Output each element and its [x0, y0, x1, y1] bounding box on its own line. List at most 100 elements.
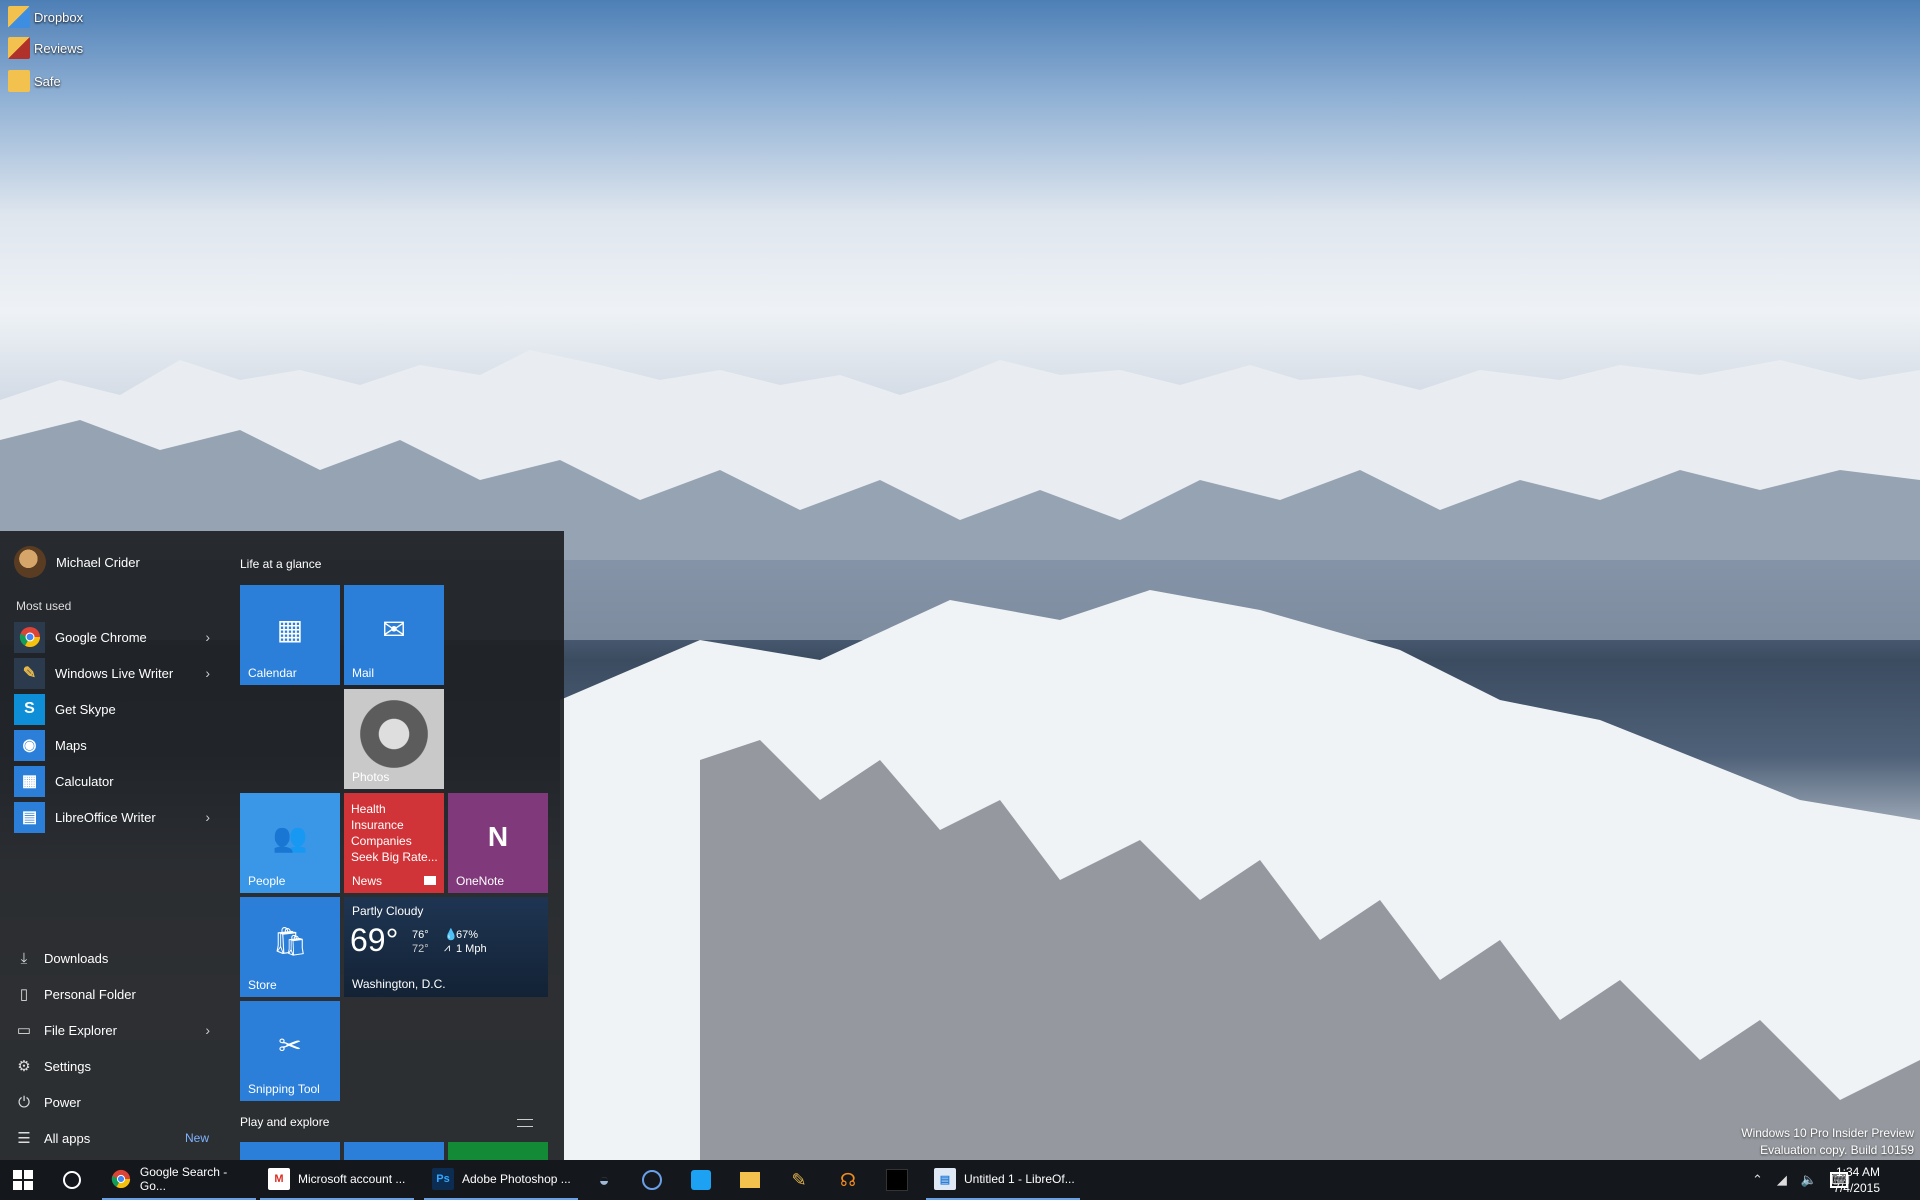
sys-settings[interactable]: ⚙ Settings: [14, 1052, 214, 1080]
app-label: LibreOffice Writer: [55, 809, 156, 825]
live-writer-icon: ✎: [791, 1169, 807, 1190]
chevron-right-icon[interactable]: ›: [205, 809, 210, 825]
live-writer-icon: ✎: [14, 657, 45, 689]
user-name: Michael Crider: [56, 554, 140, 570]
build-watermark: Windows 10 Pro Insider Preview Evaluatio…: [1741, 1125, 1914, 1159]
file-explorer-icon: ▭: [16, 1022, 32, 1039]
steam-icon: ◒: [598, 1169, 610, 1190]
network-icon[interactable]: ◢: [1777, 1172, 1787, 1188]
sys-file-explorer[interactable]: ▭ File Explorer ›: [14, 1016, 214, 1044]
tile-label: People: [248, 874, 286, 888]
tile-photos[interactable]: Photos: [344, 689, 444, 789]
power-icon: ⏻: [18, 1093, 30, 1111]
app-label: Get Skype: [55, 701, 116, 717]
tile-snipping-tool[interactable]: ✂ Snipping Tool: [240, 1001, 340, 1101]
skype-icon: [642, 1170, 662, 1190]
sys-personal-folder[interactable]: ▯ Personal Folder: [14, 980, 214, 1008]
maps-icon: ◉: [14, 729, 45, 761]
group-label-play-and-explore[interactable]: Play and explore: [240, 1115, 329, 1129]
sys-downloads[interactable]: ⤓ Downloads: [14, 944, 214, 972]
photoshop-icon: Ps: [432, 1168, 454, 1190]
wind-icon: ⩘: [444, 942, 451, 954]
pinned-app[interactable]: [877, 1160, 917, 1200]
pinned-live-writer[interactable]: ✎: [779, 1160, 819, 1200]
app-get-skype[interactable]: S Get Skype: [14, 693, 214, 725]
tile-label: Snipping Tool: [248, 1082, 320, 1096]
action-center-button[interactable]: [1822, 1160, 1856, 1200]
sys-label: All apps: [44, 1130, 91, 1146]
start-button[interactable]: [0, 1160, 46, 1200]
search-button[interactable]: [50, 1160, 94, 1200]
start-menu: Michael Crider Most used Google Chrome ›…: [0, 531, 564, 1160]
weather-temperature: 69°: [350, 922, 399, 958]
chevron-right-icon[interactable]: ›: [205, 629, 210, 645]
desktop-icon-dropbox[interactable]: Dropbox: [8, 6, 83, 28]
weather-condition: Partly Cloudy: [352, 904, 424, 918]
task-google-search[interactable]: Google Search - Go...: [102, 1160, 256, 1200]
sys-label: Power: [44, 1094, 81, 1110]
user-account[interactable]: Michael Crider: [14, 546, 140, 578]
libreoffice-writer-icon: ▤: [14, 801, 45, 833]
app-google-chrome[interactable]: Google Chrome ›: [14, 621, 214, 653]
tile-label: Store: [248, 978, 277, 992]
store-icon: 🛍: [272, 926, 308, 957]
snipping-tool-icon: ✂: [278, 1030, 302, 1061]
pinned-headphones[interactable]: ☊: [828, 1160, 868, 1200]
pinned-twitter[interactable]: [681, 1160, 721, 1200]
app-calculator[interactable]: ▦ Calculator: [14, 765, 214, 797]
avatar: [14, 546, 46, 578]
task-libreoffice[interactable]: ▤ Untitled 1 - LibreOf...: [926, 1160, 1080, 1200]
chevron-right-icon[interactable]: ›: [205, 665, 210, 681]
tile-calendar[interactable]: ▦ Calendar: [240, 585, 340, 685]
sys-power[interactable]: ⏻ Power: [14, 1088, 214, 1116]
chrome-icon: [14, 621, 45, 653]
tile-label: OneNote: [456, 874, 505, 888]
chevron-right-icon[interactable]: ›: [205, 1022, 210, 1038]
desktop-icon-reviews[interactable]: Reviews: [8, 37, 83, 59]
twitter-icon: [691, 1170, 711, 1190]
windows-logo-icon: [13, 1170, 33, 1190]
person-folder-icon: ▯: [19, 986, 29, 1003]
tile-label: Photos: [352, 770, 390, 784]
task-adobe-photoshop[interactable]: Ps Adobe Photoshop ...: [424, 1160, 578, 1200]
group-label-life-at-a-glance[interactable]: Life at a glance: [240, 557, 321, 571]
tile-partial-1[interactable]: [240, 1142, 340, 1160]
app-windows-live-writer[interactable]: ✎ Windows Live Writer ›: [14, 657, 214, 689]
app-label: Maps: [55, 737, 87, 753]
calendar-icon: ▦: [276, 614, 304, 645]
tile-weather[interactable]: Partly Cloudy 69° 76° 72° 💧 67% ⩘ 1 Mph …: [344, 897, 548, 997]
volume-icon[interactable]: 🔈: [1801, 1172, 1817, 1188]
task-label: Untitled 1 - LibreOf...: [964, 1172, 1075, 1186]
sys-all-apps[interactable]: ☰ All apps: [14, 1124, 214, 1152]
tile-label: News: [352, 874, 383, 888]
app-maps[interactable]: ◉ Maps: [14, 729, 214, 761]
tile-partial-3[interactable]: [448, 1142, 548, 1160]
app-label: Google Chrome: [55, 629, 147, 645]
pinned-steam[interactable]: ◒: [584, 1160, 624, 1200]
news-icon: [424, 876, 436, 885]
dropbox-icon: [8, 6, 30, 28]
desktop-icon-safe[interactable]: Safe: [8, 70, 61, 92]
group-drag-handle[interactable]: [517, 1119, 533, 1127]
weather-low: 72°: [412, 943, 429, 955]
most-used-label: Most used: [16, 599, 72, 613]
task-microsoft-account[interactable]: M Microsoft account ...: [260, 1160, 414, 1200]
tile-store[interactable]: 🛍 Store: [240, 897, 340, 997]
tile-people[interactable]: 👥 People: [240, 793, 340, 893]
calculator-icon: ▦: [14, 765, 45, 797]
gear-icon: ⚙: [17, 1058, 31, 1075]
app-icon: [886, 1169, 908, 1191]
sys-label: File Explorer: [44, 1022, 117, 1038]
tile-news[interactable]: Health Insurance Companies Seek Big Rate…: [344, 793, 444, 893]
skype-icon: S: [14, 693, 45, 725]
pinned-skype[interactable]: [632, 1160, 672, 1200]
chevron-up-icon[interactable]: ⌃: [1752, 1172, 1763, 1188]
pinned-file-explorer[interactable]: [730, 1160, 770, 1200]
tile-partial-2[interactable]: [344, 1142, 444, 1160]
sys-label: Downloads: [44, 950, 109, 966]
headphones-icon: ☊: [840, 1169, 856, 1190]
app-libreoffice-writer[interactable]: ▤ LibreOffice Writer ›: [14, 801, 214, 833]
tile-mail[interactable]: ✉ Mail: [344, 585, 444, 685]
tile-onenote[interactable]: N OneNote: [448, 793, 548, 893]
libreoffice-writer-icon: ▤: [934, 1168, 956, 1190]
